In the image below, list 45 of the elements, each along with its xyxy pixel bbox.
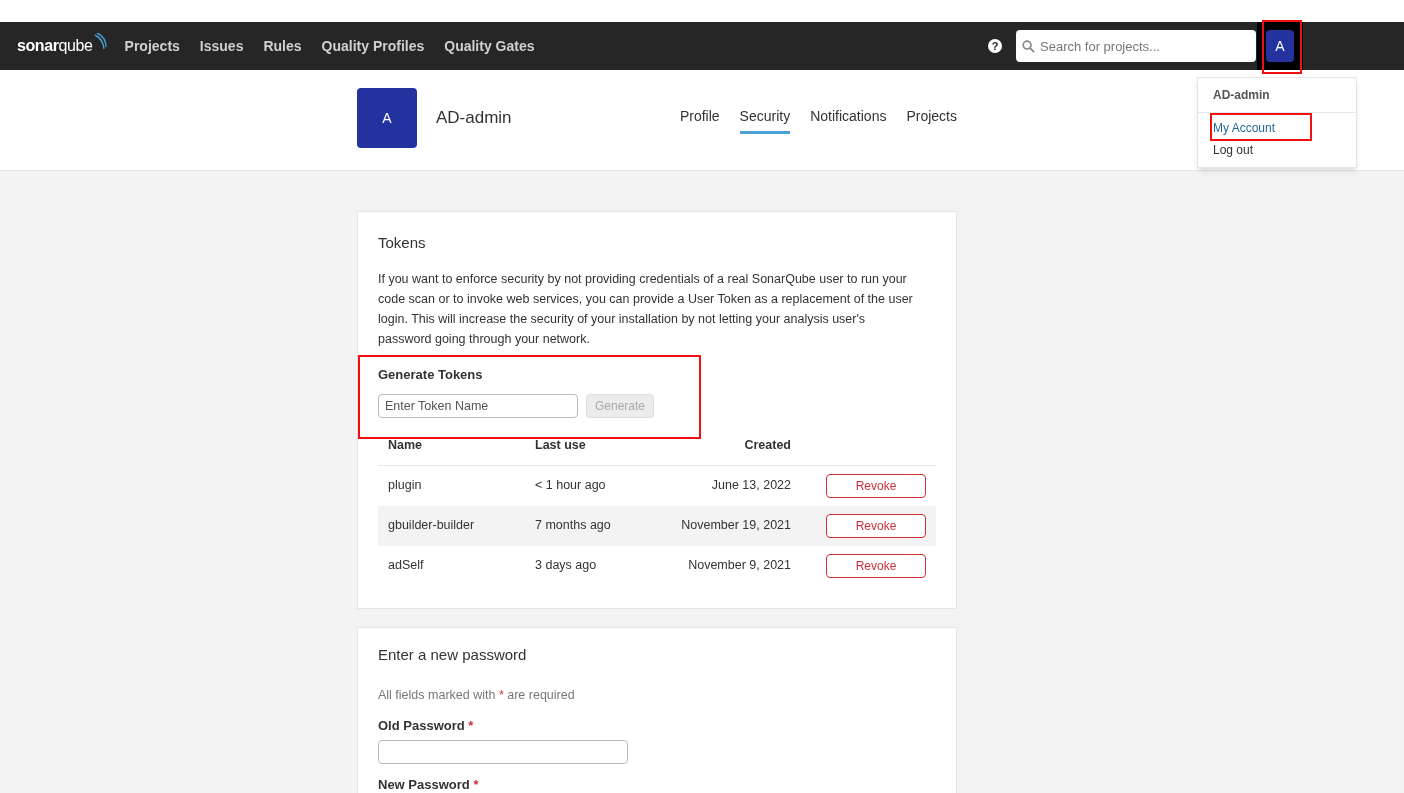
profile-tab[interactable]: Security (739, 106, 791, 134)
revoke-button[interactable]: Revoke (826, 513, 926, 538)
revoke-button[interactable]: Revoke (826, 553, 926, 578)
table-cell-text: 3 days ago (535, 557, 598, 575)
nav-link[interactable]: Quality Gates (444, 35, 535, 57)
avatar-button[interactable]: A (1266, 30, 1294, 62)
field-label: New Password * (378, 777, 479, 792)
card-title: Tokens (378, 233, 427, 253)
menu-item[interactable]: Log out (1198, 139, 1356, 161)
profile-tab[interactable]: Notifications (810, 106, 887, 134)
table-cell-text: June 13, 2022 (710, 477, 791, 495)
nav-link[interactable]: Issues (199, 35, 244, 57)
profile-tab[interactable]: Profile (679, 106, 720, 134)
help-icon[interactable]: ? (988, 39, 1002, 53)
profile-tab[interactable]: Projects (906, 106, 957, 134)
password-field[interactable] (378, 740, 628, 764)
highlight-frame (1262, 20, 1302, 74)
nav-link[interactable]: Quality Profiles (321, 35, 425, 57)
column-header: Last use (535, 437, 587, 454)
nav-link[interactable]: Projects (124, 35, 180, 57)
user-name: AD-admin (436, 107, 512, 130)
table-cell-text: 7 months ago (535, 517, 612, 535)
table-cell-text: gbuilder-builder (388, 517, 476, 535)
section-title: Generate Tokens (378, 365, 484, 384)
logo[interactable]: sonarqube (17, 34, 107, 58)
table-cell-text: November 9, 2021 (687, 557, 791, 575)
table-cell-text: plugin (388, 477, 423, 495)
revoke-button[interactable]: Revoke (826, 473, 926, 498)
table-cell-text: adSelf (388, 557, 425, 575)
user-avatar: A (357, 88, 417, 148)
menu-item[interactable]: My Account (1198, 117, 1356, 139)
search-icon (1022, 40, 1035, 53)
nav-link[interactable]: Rules (263, 35, 302, 57)
table-cell-text: November 19, 2021 (680, 517, 791, 535)
token-name-field[interactable]: Enter Token Name (378, 394, 578, 418)
wave-arcs-icon (92, 33, 107, 51)
description: If you want to enforce security by not providing credentials of a real SonarQube user to run your code scan or to invoke web services, you can provide a User Token as a replacement of the user login. This will increase the security of your installation by not letting your analysis user's password going through your network. (378, 270, 914, 348)
column-header: Created (743, 437, 791, 454)
field-label: Old Password * (378, 718, 474, 733)
menu-user-name: AD-admin (1198, 78, 1356, 113)
search-field[interactable]: Search for projects... (1016, 30, 1256, 62)
table-cell-text: < 1 hour ago (535, 477, 607, 495)
required-note: All fields marked with * are required (378, 687, 576, 705)
card-title: Enter a new password (378, 644, 528, 665)
column-header: Name (388, 437, 424, 454)
